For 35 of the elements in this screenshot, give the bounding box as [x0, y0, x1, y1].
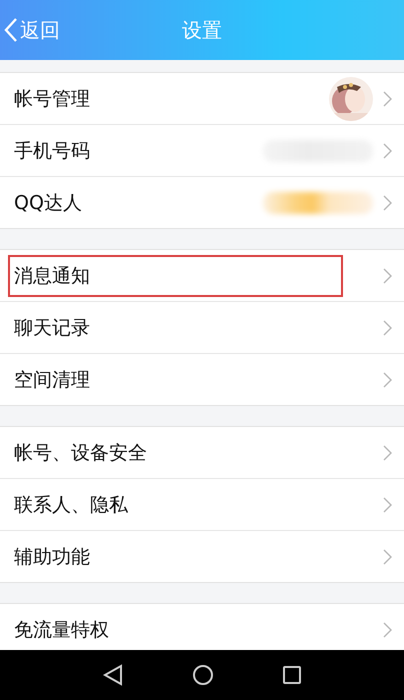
- chevron-right-icon: [383, 496, 392, 512]
- home-icon[interactable]: [192, 664, 214, 686]
- chevron-right-icon: [383, 372, 392, 388]
- chevron-right-icon: [383, 268, 392, 284]
- chevron-right-icon: [383, 142, 392, 158]
- settings-row[interactable]: QQ达人: [0, 177, 404, 228]
- settings-row[interactable]: 手机号码: [0, 125, 404, 177]
- row-label: QQ达人: [13, 190, 83, 216]
- settings-row[interactable]: 消息通知: [0, 250, 404, 302]
- settings-row[interactable]: 帐号管理: [0, 73, 404, 125]
- row-label: 联系人、隐私: [13, 492, 129, 518]
- chevron-right-icon: [383, 90, 392, 106]
- settings-row[interactable]: 辅助功能: [0, 531, 404, 582]
- row-label: 帐号、设备安全: [13, 440, 148, 466]
- settings-row[interactable]: 联系人、隐私: [0, 479, 404, 531]
- row-label: 辅助功能: [13, 544, 91, 570]
- settings-row[interactable]: 聊天记录: [0, 302, 404, 354]
- settings-row[interactable]: 帐号、设备安全: [0, 427, 404, 479]
- row-label: 空间清理: [13, 368, 91, 392]
- chevron-right-icon: [383, 320, 392, 336]
- chevron-right-icon: [383, 194, 392, 210]
- row-label: 手机号码: [13, 138, 91, 164]
- row-label: 消息通知: [8, 254, 343, 296]
- back-icon[interactable]: [102, 664, 124, 686]
- chevron-right-icon: [383, 444, 392, 460]
- settings-row[interactable]: 空间清理: [0, 354, 404, 405]
- recent-apps-icon[interactable]: [282, 665, 302, 685]
- chevron-right-icon: [383, 548, 392, 564]
- page-title: 设置: [182, 16, 222, 44]
- chevron-right-icon: [383, 622, 392, 638]
- settings-row[interactable]: 免流量特权: [0, 604, 404, 650]
- row-label: 免流量特权: [13, 618, 110, 642]
- row-label: 帐号管理: [13, 86, 91, 112]
- row-label: 聊天记录: [13, 316, 91, 340]
- back-chevron-icon: [4, 17, 18, 43]
